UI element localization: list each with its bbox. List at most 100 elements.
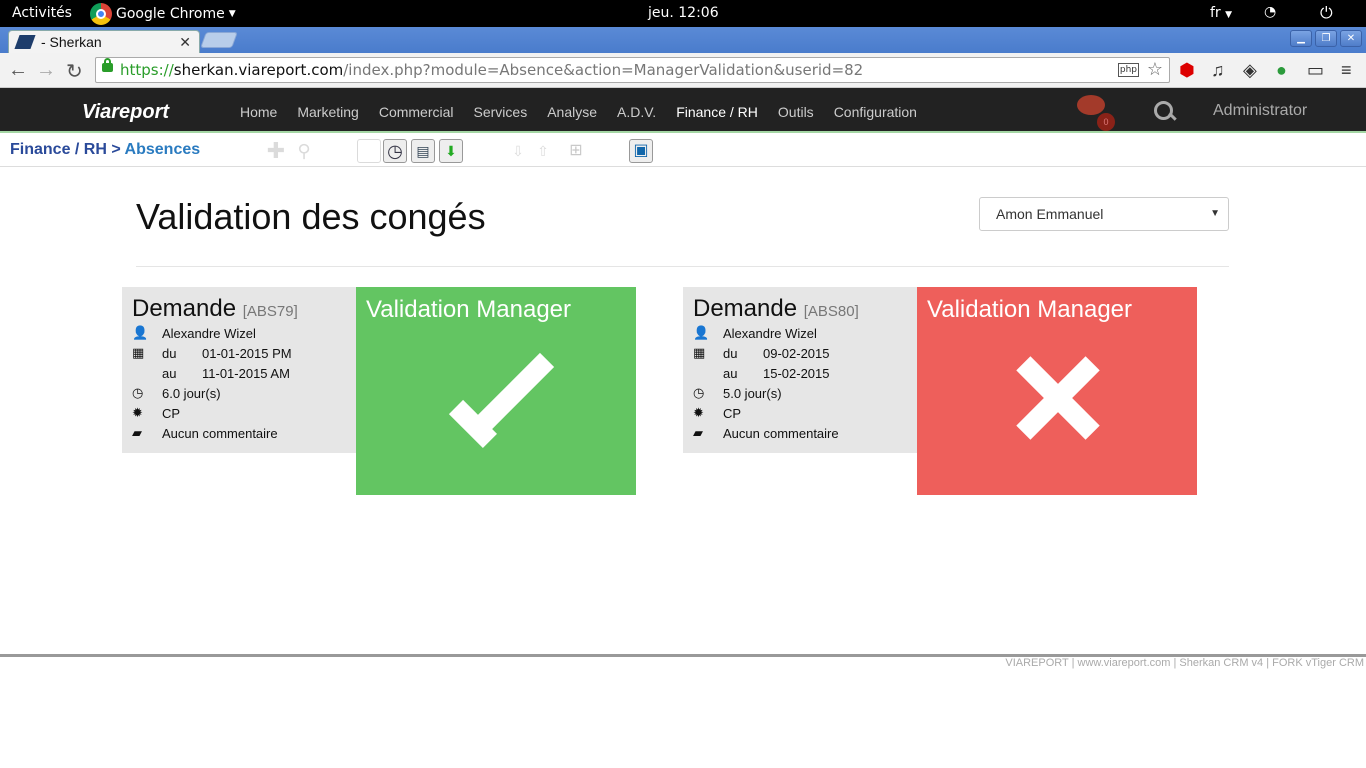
url-host: sherkan.viareport.com <box>173 61 344 79</box>
certificate-icon: ✹ <box>132 405 143 420</box>
request-heading-label: Demande <box>132 295 237 322</box>
extension-arrow-icon[interactable]: ◈ <box>1243 60 1257 80</box>
wifi-icon[interactable]: ◔ <box>1264 4 1276 20</box>
request-comment: Aucun commentaire <box>723 425 839 441</box>
address-bar[interactable]: https://sherkan.viareport.com/index.php?… <box>95 57 1170 83</box>
menu-item-configuration[interactable]: Configuration <box>834 104 917 120</box>
add-icon[interactable]: ✚ <box>264 139 288 163</box>
music-icon[interactable]: ♫ <box>1211 60 1225 80</box>
menu-item-analyse[interactable]: Analyse <box>547 104 597 120</box>
evernote-icon[interactable]: ● <box>1276 60 1287 80</box>
breadcrumb: Finance / RH > Absences <box>10 141 200 159</box>
request-days-row: ◷ 6.0 jour(s) <box>132 383 346 403</box>
request-heading-label: Demande <box>693 295 798 322</box>
clock-icon: ◷ <box>132 385 144 400</box>
app-menu[interactable]: Google Chrome ▼ <box>90 3 236 25</box>
chevron-down-icon: ▼ <box>228 9 236 19</box>
menu-item-marketing[interactable]: Marketing <box>297 104 358 120</box>
cast-icon[interactable]: ▭ <box>1307 60 1324 80</box>
menu-item-home[interactable]: Home <box>240 104 277 120</box>
request-to-date: 15-02-2015 <box>763 365 830 381</box>
request-to-date: 11-01-2015 AM <box>202 365 290 381</box>
request-employee: Alexandre Wizel <box>162 325 256 341</box>
request-ref: [ABS80] <box>803 303 859 320</box>
user-icon: 👤 <box>693 325 710 340</box>
validation-title: Validation Manager <box>927 296 1133 323</box>
request-from-date: 09-02-2015 <box>763 345 830 361</box>
maximize-button[interactable]: ❐ <box>1315 30 1337 47</box>
calendar-icon[interactable] <box>357 139 381 163</box>
notification-count: 0 <box>1097 113 1115 131</box>
forward-icon[interactable]: → <box>36 59 56 82</box>
language-indicator[interactable]: fr ▼ <box>1210 5 1232 21</box>
clock-icon: ◷ <box>693 385 705 400</box>
menu-icon[interactable]: ≡ <box>1341 60 1352 80</box>
url-path: /index.php?module=Absence&action=Manager… <box>343 61 864 79</box>
footer-text: VIAREPORT | www.viareport.com | Sherkan … <box>1005 657 1364 669</box>
language-label: fr <box>1210 5 1221 21</box>
menu-item-finance-rh[interactable]: Finance / RH <box>676 104 758 120</box>
request-ref: [ABS79] <box>242 303 298 320</box>
request-employee: Alexandre Wizel <box>723 325 817 341</box>
close-tab-icon[interactable]: ✕ <box>179 34 191 51</box>
page-title: Validation des congés <box>136 196 486 237</box>
employee-select[interactable]: Amon Emmanuel ▼ <box>979 197 1229 231</box>
request-heading: Demande [ABS79] <box>132 295 346 323</box>
clipboard-icon[interactable]: ⬇ <box>439 139 463 163</box>
chevron-down-icon: ▼ <box>1210 208 1220 219</box>
request-type: CP <box>723 405 742 421</box>
monitor-icon[interactable]: ▣ <box>629 139 653 163</box>
leave-request-card: Demande [ABS80] 👤 Alexandre Wizel ▦ du 09-0… <box>683 287 917 453</box>
breadcrumb-parent[interactable]: Finance / RH <box>10 141 107 158</box>
chevron-down-icon: ▼ <box>1225 10 1233 20</box>
tab-title: - Sherkan <box>41 34 102 50</box>
bookmark-star-icon[interactable]: ☆ <box>1147 58 1163 82</box>
power-icon[interactable]: ⏻ <box>1320 3 1333 23</box>
minimize-button[interactable]: ▁ <box>1290 30 1312 47</box>
clock-icon[interactable]: ◷ <box>383 139 407 163</box>
url-scheme: https:// <box>120 61 174 79</box>
brand-logo[interactable]: Viareport <box>82 101 169 124</box>
php-extension-icon[interactable]: php <box>1117 63 1139 77</box>
system-clock[interactable]: jeu. 12:06 <box>648 5 719 21</box>
menu-item-commercial[interactable]: Commercial <box>379 104 454 120</box>
employee-select-value: Amon Emmanuel <box>996 206 1104 222</box>
breadcrumb-current[interactable]: Absences <box>125 141 201 158</box>
calculator-icon[interactable]: ▤ <box>411 139 435 163</box>
back-icon[interactable]: ← <box>8 59 28 82</box>
export-icon[interactable]: ⇧ <box>531 139 555 163</box>
checkmark-icon <box>456 352 555 437</box>
request-from-row: ▦ du 01-01-2015 PM <box>132 343 346 363</box>
request-from-date: 01-01-2015 PM <box>202 345 292 361</box>
notification-bell[interactable]: 0 <box>1075 95 1115 131</box>
new-tab-button[interactable] <box>200 32 238 48</box>
request-to-row: au 15-02-2015 <box>693 363 907 383</box>
browser-toolbar: ← → ↻ https://sherkan.viareport.com/inde… <box>0 53 1366 88</box>
reload-icon[interactable]: ↻ <box>66 59 83 84</box>
leave-request-card: Demande [ABS79] 👤 Alexandre Wizel ▦ du 01-0… <box>122 287 356 453</box>
search-icon[interactable] <box>1152 100 1176 124</box>
user-icon: 👤 <box>132 325 149 340</box>
browser-tab[interactable]: - Sherkan ✕ <box>8 30 200 53</box>
certificate-icon: ✹ <box>693 405 704 420</box>
activities-button[interactable]: Activités <box>12 5 72 21</box>
main-menu: Home Marketing Commercial Services Analy… <box>240 104 937 120</box>
to-label: au <box>723 365 738 381</box>
manager-validation-rejected[interactable]: Validation Manager <box>917 287 1197 495</box>
adblock-icon[interactable]: ⬢ <box>1179 60 1195 80</box>
search-record-icon[interactable]: ⚲ <box>292 139 316 163</box>
find-duplicates-icon[interactable]: ⊞ <box>564 139 588 163</box>
comment-icon: ▰ <box>693 425 703 440</box>
menu-item-services[interactable]: Services <box>474 104 528 120</box>
comment-icon: ▰ <box>132 425 142 440</box>
close-window-button[interactable]: ✕ <box>1340 30 1362 47</box>
manager-validation-approved[interactable]: Validation Manager <box>356 287 636 495</box>
request-comment-row: ▰ Aucun commentaire <box>132 423 346 443</box>
breadcrumb-separator: > <box>106 141 125 158</box>
calendar-icon: ▦ <box>132 345 145 360</box>
menu-item-outils[interactable]: Outils <box>778 104 814 120</box>
module-toolbar: Finance / RH > Absences ✚ ⚲ ◷ ▤ ⬇ ⇩ ⇧ ⊞ … <box>0 135 1366 167</box>
import-icon[interactable]: ⇩ <box>506 139 530 163</box>
menu-item-adv[interactable]: A.D.V. <box>617 104 656 120</box>
user-menu[interactable]: Administrator <box>1213 102 1307 120</box>
